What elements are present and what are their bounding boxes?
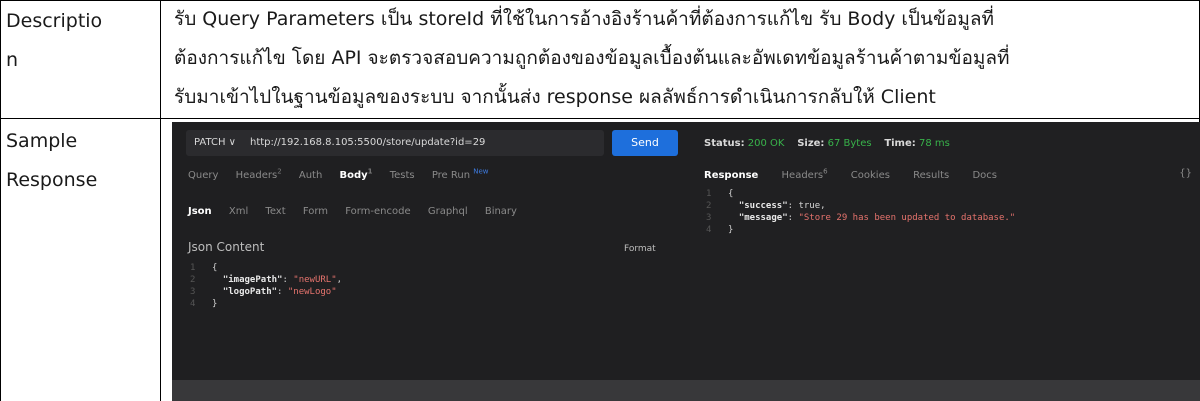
table-border-left (0, 0, 1, 401)
body-type-graphql[interactable]: Graphql (428, 206, 468, 217)
request-json-editor[interactable]: 1{2 "imagePath": "newURL", 3 "logoPath": … (190, 262, 342, 310)
sample-response-label: Sample Response (6, 122, 97, 200)
response-headers-count: 6 (823, 168, 828, 176)
tab-results[interactable]: Results (913, 170, 949, 181)
json-key: "imagePath" (222, 275, 283, 285)
table-column-divider (160, 0, 161, 401)
line-number: 2 (706, 201, 712, 211)
description-line: ต้องการแก้ไข โดย API จะตรวจสอบความถูกต้อ… (174, 47, 1010, 69)
tab-headers-label: Headers (235, 170, 278, 182)
code-line: 3 "logoPath": "newLogo" (190, 287, 337, 297)
description-line: รับมาเข้าไปในฐานข้อมูลของระบบ จากนั้นส่ง… (174, 86, 936, 108)
tab-body[interactable]: Body1 (339, 168, 373, 182)
json-value: "newLogo" (287, 287, 337, 297)
send-button[interactable]: Send (612, 130, 678, 156)
line-number: 4 (706, 225, 712, 235)
sample-label-line2: Response (6, 169, 98, 191)
json-key: "message" (738, 213, 788, 223)
tab-cookies[interactable]: Cookies (851, 170, 890, 181)
tab-body-label: Body (339, 170, 368, 182)
tab-headers[interactable]: Headers2 (235, 168, 282, 182)
time-label: Time: (884, 138, 916, 149)
tab-query[interactable]: Query (188, 170, 218, 181)
description-label-line2: n (6, 49, 19, 71)
code-punct: , (820, 201, 826, 211)
code-text: { (728, 189, 734, 199)
body-type-form[interactable]: Form (303, 206, 328, 217)
body-type-text[interactable]: Text (265, 206, 285, 217)
table-row-divider (0, 118, 1200, 119)
code-text: } (212, 299, 218, 309)
response-pane: Status: 200 OK Size: 67 Bytes Time: 78 m… (690, 122, 1200, 401)
tab-response[interactable]: Response (704, 170, 758, 181)
code-text: { (212, 263, 218, 273)
request-tabs: Query Headers2 Auth Body1 Tests Pre Run … (188, 168, 503, 181)
tab-auth[interactable]: Auth (299, 170, 322, 181)
body-type-json[interactable]: Json (188, 206, 212, 217)
json-value: "Store 29 has been updated to database." (798, 213, 1016, 223)
body-type-xml[interactable]: Xml (229, 206, 248, 217)
line-number: 1 (190, 263, 196, 273)
code-line: 2 "success": true, (706, 201, 826, 211)
line-number: 3 (190, 287, 196, 297)
json-key: "logoPath" (222, 287, 278, 297)
code-text: } (728, 225, 734, 235)
headers-count-badge: 2 (277, 168, 282, 176)
tab-docs[interactable]: Docs (972, 170, 997, 181)
body-type-binary[interactable]: Binary (485, 206, 517, 217)
response-tabs: Response Headers6 Cookies Results Docs (704, 168, 1017, 181)
new-tag: New (473, 168, 489, 176)
line-number: 1 (706, 189, 712, 199)
time-value: 78 ms (918, 138, 950, 149)
status-value: 200 OK (747, 138, 785, 149)
code-line: 3 "message": "Store 29 has been updated … (706, 213, 1016, 223)
json-value: true (798, 201, 821, 211)
method-select[interactable]: PATCH ∨ (194, 130, 236, 156)
response-status-bar: Status: 200 OK Size: 67 Bytes Time: 78 m… (704, 138, 950, 149)
code-line: 1{ (706, 188, 1015, 200)
url-bar[interactable]: PATCH ∨ http://192.168.8.105:5500/store/… (186, 130, 604, 156)
braces-icon[interactable]: {} (1179, 168, 1192, 179)
request-pane: PATCH ∨ http://192.168.8.105:5500/store/… (172, 122, 690, 401)
description-label-line1: Descriptio (6, 10, 103, 32)
description-text: รับ Query Parameters เป็น storeId ที่ใช้… (174, 0, 1194, 117)
format-button[interactable]: Format (624, 244, 656, 254)
code-line: 4} (706, 224, 1015, 236)
api-doc-table: Descriptio n รับ Query Parameters เป็น s… (0, 0, 1200, 401)
line-number: 4 (190, 299, 196, 309)
description-label: Descriptio n (6, 2, 102, 80)
tab-response-headers-label: Headers (781, 170, 824, 182)
response-json-viewer: 1{2 "success": true, 3 "message": "Store … (706, 188, 1015, 236)
json-value: "newURL" (293, 275, 337, 285)
json-key: "success" (738, 201, 788, 211)
size-label: Size: (797, 138, 825, 149)
tab-pre-run[interactable]: Pre Run New (431, 168, 489, 182)
body-count-badge: 1 (367, 168, 373, 176)
code-line: 4} (190, 298, 342, 310)
size-value: 67 Bytes (827, 138, 872, 149)
json-content-label: Json Content (188, 240, 265, 254)
bottom-overlay-bar (172, 380, 1200, 401)
sample-label-line1: Sample (6, 130, 78, 152)
tab-pre-run-label: Pre Run (431, 170, 471, 182)
body-type-tabs: Json Xml Text Form Form-encode Graphql B… (188, 206, 531, 217)
code-line: 2 "imagePath": "newURL", (190, 275, 343, 285)
body-type-form-encode[interactable]: Form-encode (345, 206, 410, 217)
line-number: 3 (706, 213, 712, 223)
api-client-screenshot: PATCH ∨ http://192.168.8.105:5500/store/… (172, 122, 1200, 401)
description-line: รับ Query Parameters เป็น storeId ที่ใช้… (174, 8, 995, 30)
code-punct: , (336, 275, 343, 285)
url-input[interactable]: http://192.168.8.105:5500/store/update?i… (250, 130, 485, 156)
tab-tests[interactable]: Tests (390, 170, 415, 181)
status-label: Status: (704, 138, 745, 149)
line-number: 2 (190, 275, 196, 285)
tab-response-headers[interactable]: Headers6 (781, 168, 828, 182)
code-line: 1{ (190, 262, 342, 274)
